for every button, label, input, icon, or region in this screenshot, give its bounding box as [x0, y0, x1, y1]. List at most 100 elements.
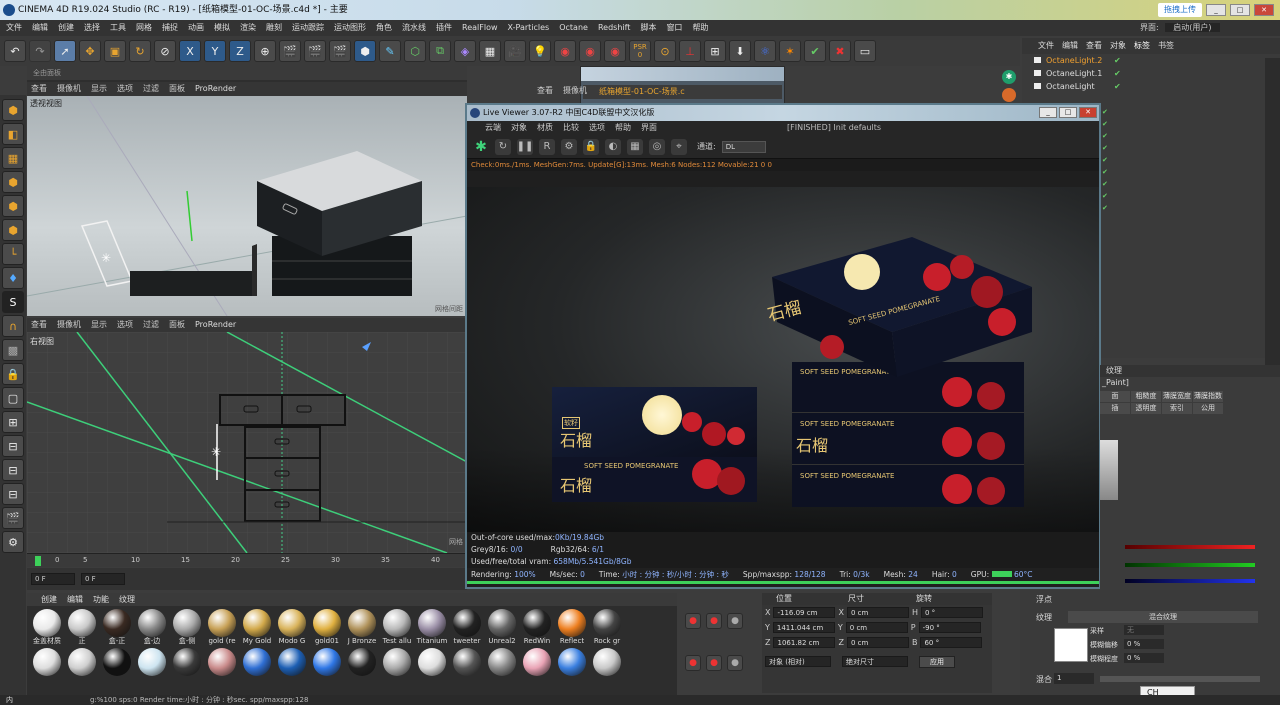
size-mode-select[interactable]: 绝对尺寸	[842, 656, 908, 667]
menu-item[interactable]: 窗口	[666, 20, 682, 36]
menu-item[interactable]: 角色	[376, 20, 392, 36]
check-icon[interactable]: ✔	[1114, 80, 1121, 93]
render-settings-icon[interactable]: 🎬	[329, 40, 351, 62]
interface-value[interactable]: 启动(用户)	[1165, 23, 1220, 32]
vp-menu-item[interactable]: 面板	[169, 82, 185, 96]
material-swatch[interactable]: Reflect	[556, 609, 588, 646]
vp-menu-item[interactable]: 查看	[537, 84, 553, 98]
layout-view-2-icon[interactable]: ⊟	[2, 459, 24, 481]
lock-icon[interactable]: 🔒	[583, 138, 599, 155]
material-swatch[interactable]: gold01	[311, 609, 343, 646]
check-icon[interactable]: ✔	[1102, 204, 1122, 212]
material-tab[interactable]: 创建	[41, 593, 57, 606]
drop-icon[interactable]: ⬇	[729, 40, 751, 62]
lv-menu-item[interactable]: 比较	[563, 121, 579, 135]
right-viewport[interactable]: 查看 摄像机 显示 选项 过滤 面板 ProRender ✳ 右视图 网格	[27, 318, 467, 553]
material-swatch[interactable]	[241, 648, 273, 676]
menu-item[interactable]: 脚本	[640, 20, 656, 36]
check-icon[interactable]: ✔	[1102, 192, 1122, 200]
blur-scale-field[interactable]: 0 %	[1124, 653, 1164, 663]
vp-menu-item[interactable]: 查看	[31, 318, 47, 332]
menu-item[interactable]: X-Particles	[508, 20, 550, 36]
send-scene-icon[interactable]: ✱	[473, 139, 489, 155]
vp-menu-item[interactable]: 选项	[117, 318, 133, 332]
blur-offset-field[interactable]: 0 %	[1124, 639, 1164, 649]
region-render-icon[interactable]: R	[539, 138, 555, 155]
vp-menu-item[interactable]: ProRender	[195, 82, 236, 96]
menu-item[interactable]: 模拟	[214, 20, 230, 36]
om-tab[interactable]: 书签	[1158, 38, 1174, 54]
octane-icon[interactable]: ✱	[1002, 70, 1016, 84]
settings-icon[interactable]: ⚙	[561, 138, 577, 155]
redo-icon[interactable]: ↷	[29, 40, 51, 62]
red-slider[interactable]	[1125, 545, 1255, 549]
menu-item[interactable]: 创建	[58, 20, 74, 36]
model-mode-icon[interactable]: ⬢	[2, 99, 24, 121]
material-swatch[interactable]	[591, 648, 623, 676]
menu-item[interactable]: 运动跟踪	[292, 20, 324, 36]
current-frame-field[interactable]: 0 F	[81, 573, 125, 585]
move-icon[interactable]: ✥	[79, 40, 101, 62]
object-row[interactable]: OctaneLight.2 ✔	[1022, 54, 1280, 67]
octane-mat-icon[interactable]: ●	[706, 613, 722, 629]
material-tab[interactable]: 编辑	[67, 593, 83, 606]
coord-mode-select[interactable]: 对象 (相对)	[765, 656, 831, 667]
check-icon[interactable]: ✔	[1114, 67, 1121, 80]
pos-z-field[interactable]: 1061.82 cm	[773, 637, 836, 648]
interface-selector[interactable]: 界面: 启动(用户)	[1020, 20, 1280, 36]
tweak-mode-icon[interactable]: ♦	[2, 267, 24, 289]
pin-icon[interactable]: ⌖	[671, 138, 687, 155]
lv-menu-item[interactable]: 选项	[589, 121, 605, 135]
attr-grid-button[interactable]: 薄膜宽度	[1162, 391, 1192, 402]
material-swatch[interactable]	[136, 648, 168, 676]
menu-item[interactable]: 捕捉	[162, 20, 178, 36]
menu-item[interactable]: 文件	[6, 20, 22, 36]
octane-mat-icon[interactable]: ●	[727, 613, 743, 629]
material-swatch[interactable]	[311, 648, 343, 676]
secondary-window-tab[interactable]: 纸箱模型-01-OC-场景.c	[583, 85, 782, 99]
menu-item[interactable]: 帮助	[692, 20, 708, 36]
polygons-mode-icon[interactable]: ⬢	[2, 219, 24, 241]
om-tab[interactable]: 标签	[1134, 38, 1150, 54]
material-swatch[interactable]	[556, 648, 588, 676]
snap-mode-icon[interactable]: S	[2, 291, 24, 313]
points-mode-icon[interactable]: ⬢	[2, 171, 24, 193]
lv-menu-item[interactable]: 帮助	[615, 121, 631, 135]
vp-menu-item[interactable]: 过滤	[143, 318, 159, 332]
menu-item[interactable]: 编辑	[32, 20, 48, 36]
menu-item[interactable]: Octane	[559, 20, 588, 36]
material-swatch[interactable]: My Gold	[241, 609, 273, 646]
cancel-icon[interactable]: ✖	[829, 40, 851, 62]
lv-maximize-button[interactable]: □	[1059, 107, 1077, 118]
check-icon[interactable]: ✔	[1102, 108, 1122, 116]
settings-icon[interactable]: ⚙	[2, 531, 24, 553]
check-icon[interactable]: ✔	[1102, 168, 1122, 176]
material-swatch[interactable]	[206, 648, 238, 676]
menu-item[interactable]: RealFlow	[462, 20, 498, 36]
vp-menu-item[interactable]: 摄像机	[57, 318, 81, 332]
light-icon[interactable]: 💡	[529, 40, 551, 62]
octane-mat-icon[interactable]: ●	[727, 654, 743, 671]
sample-select[interactable]: 无	[1124, 625, 1164, 635]
pause-icon[interactable]: ❚❚	[517, 138, 533, 155]
material-swatch[interactable]: Modo G	[276, 609, 308, 646]
pen-icon[interactable]: ✎	[379, 40, 401, 62]
green-slider[interactable]	[1125, 563, 1255, 567]
check-icon[interactable]: ✔	[804, 40, 826, 62]
material-tab[interactable]: 功能	[93, 593, 109, 606]
clapper-icon[interactable]: 🎬	[2, 507, 24, 529]
size-x-field[interactable]: 0 cm	[846, 607, 909, 618]
check-icon[interactable]: ✔	[1102, 180, 1122, 188]
single-view-icon[interactable]: ▢	[2, 387, 24, 409]
perspective-scene[interactable]: ✳ 透视视图 网格间距	[26, 95, 468, 317]
start-frame-field[interactable]: 0 F	[31, 573, 75, 585]
vp-menu-item[interactable]: 显示	[91, 318, 107, 332]
apply-button[interactable]: 应用	[919, 655, 955, 668]
material-swatch[interactable]	[486, 648, 518, 676]
lv-close-button[interactable]: ✕	[1079, 107, 1097, 118]
blend-field[interactable]: 1	[1054, 673, 1094, 684]
object-row[interactable]: OctaneLight ✔	[1022, 80, 1280, 93]
vp-menu-item[interactable]: 面板	[169, 318, 185, 332]
octane-mat-icon[interactable]: ●	[706, 654, 722, 671]
layout-view-icon[interactable]: ⊟	[2, 435, 24, 457]
